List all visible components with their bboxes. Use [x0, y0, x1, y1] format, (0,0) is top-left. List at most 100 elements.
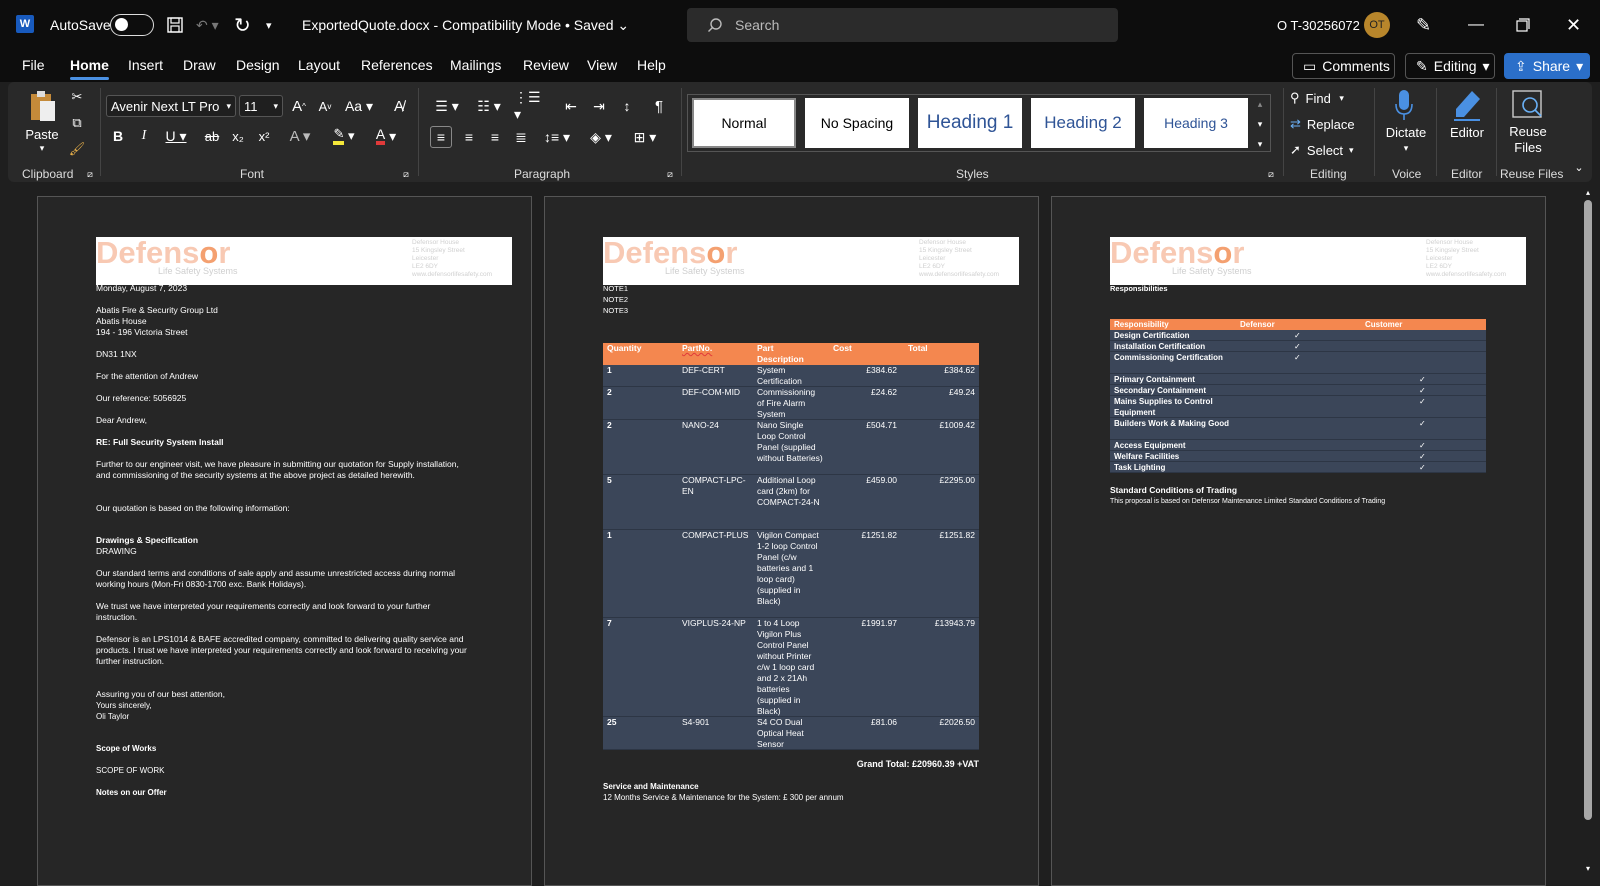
- format-painter-icon[interactable]: 🖌: [68, 140, 86, 158]
- redo-icon[interactable]: ↻: [234, 0, 251, 50]
- responsibility-cell: Mains Supplies to Control Equipment: [1114, 397, 1213, 417]
- collapse-ribbon-icon[interactable]: ⌄: [1572, 160, 1586, 174]
- scroll-up-icon[interactable]: ▴: [1582, 186, 1594, 198]
- responsibility-cell: Design Certification: [1114, 331, 1190, 340]
- separator: [1283, 88, 1284, 176]
- text-effects-icon[interactable]: A ▾: [284, 126, 316, 146]
- styles-launcher-icon[interactable]: ⧄: [1265, 168, 1277, 180]
- vertical-scrollbar[interactable]: [1584, 200, 1592, 820]
- increase-indent-icon[interactable]: ⇥: [588, 95, 610, 117]
- microphone-icon[interactable]: [1390, 88, 1418, 122]
- dictate-button[interactable]: Dictate: [1382, 124, 1430, 140]
- clear-formatting-icon[interactable]: A̸: [388, 95, 410, 117]
- share-button[interactable]: ⇪ Share ▾: [1504, 53, 1590, 79]
- style-heading-1[interactable]: Heading 1: [918, 98, 1022, 148]
- reuse-files-icon[interactable]: [1510, 88, 1546, 122]
- close-icon[interactable]: ✕: [1566, 0, 1581, 50]
- undo-icon[interactable]: ↶ ▾: [196, 0, 219, 50]
- avatar[interactable]: OT: [1364, 12, 1390, 38]
- tab-file[interactable]: File: [22, 57, 45, 73]
- page-3[interactable]: Defensor Life Safety Systems Defensor Ho…: [1051, 196, 1546, 886]
- decrease-indent-icon[interactable]: ⇤: [560, 95, 582, 117]
- tab-view[interactable]: View: [587, 57, 617, 73]
- style-no-spacing[interactable]: No Spacing: [805, 98, 909, 148]
- style-heading-3[interactable]: Heading 3: [1144, 98, 1248, 148]
- cut-icon[interactable]: ✂: [68, 88, 86, 106]
- borders-icon[interactable]: ⊞ ▾: [628, 126, 662, 148]
- align-left-icon[interactable]: ≡: [430, 126, 452, 148]
- reuse-files-button[interactable]: Reuse Files: [1506, 124, 1550, 156]
- editor-icon[interactable]: [1450, 88, 1484, 122]
- line-spacing-icon[interactable]: ↕≡ ▾: [540, 126, 574, 148]
- tab-help[interactable]: Help: [637, 57, 666, 73]
- bold-icon[interactable]: B: [108, 126, 128, 146]
- font-name-select[interactable]: Avenir Next LT Pro ▾: [106, 95, 236, 117]
- align-center-icon[interactable]: ≡: [458, 126, 480, 148]
- autosave-toggle[interactable]: [110, 14, 154, 36]
- save-icon[interactable]: [166, 0, 184, 50]
- pen-icon[interactable]: ✎: [1416, 0, 1431, 50]
- change-case-icon[interactable]: Aa ▾: [342, 95, 376, 117]
- replace-button[interactable]: ⇄ Replace: [1290, 114, 1370, 134]
- multilevel-list-icon[interactable]: ⋮☰ ▾: [514, 89, 548, 122]
- paste-dropdown-icon[interactable]: ▾: [36, 142, 48, 154]
- quantity-cell: 1: [607, 365, 612, 375]
- table-row: 25 S4-901 S4 CO Dual Optical Heat Sensor £8…: [603, 717, 979, 750]
- user-name[interactable]: O T-30256072: [1277, 0, 1360, 50]
- tab-draw[interactable]: Draw: [183, 57, 216, 73]
- shading-icon[interactable]: ◈ ▾: [584, 126, 618, 148]
- underline-icon[interactable]: U ▾: [160, 126, 192, 146]
- editing-mode-button[interactable]: ✎ Editing ▾: [1405, 53, 1495, 79]
- page-2[interactable]: Defensor Life Safety Systems Defensor Ho…: [544, 196, 1039, 886]
- sort-icon[interactable]: ↕: [616, 95, 638, 117]
- styles-scroll-up-icon[interactable]: ▴: [1253, 96, 1267, 112]
- clipboard-launcher-icon[interactable]: ⧄: [84, 168, 96, 180]
- font-color-icon[interactable]: A ▾: [368, 126, 404, 146]
- restore-icon[interactable]: [1516, 0, 1530, 50]
- show-formatting-icon[interactable]: ¶: [648, 95, 670, 117]
- dictate-dropdown-icon[interactable]: ▾: [1400, 142, 1412, 154]
- copy-icon[interactable]: ⧉: [68, 114, 86, 132]
- font-size-select[interactable]: 11 ▾: [239, 95, 283, 117]
- search-box[interactable]: Search: [687, 8, 1118, 42]
- bullets-icon[interactable]: ☰ ▾: [430, 95, 464, 117]
- superscript-icon[interactable]: x²: [254, 126, 274, 146]
- tab-mailings[interactable]: Mailings: [450, 57, 501, 73]
- highlight-color-icon[interactable]: ✎ ▾: [326, 126, 362, 146]
- justify-icon[interactable]: ≣: [510, 126, 532, 148]
- subscript-icon[interactable]: x₂: [228, 126, 248, 146]
- select-button[interactable]: ➚ Select ▾: [1290, 140, 1370, 160]
- numbering-icon[interactable]: ☷ ▾: [472, 95, 506, 117]
- comments-button[interactable]: ▭ Comments: [1292, 53, 1395, 79]
- partno-cell: COMPACT-LPC-EN: [682, 475, 746, 496]
- find-button[interactable]: ⚲ Find ▾: [1290, 88, 1370, 108]
- tab-references[interactable]: References: [361, 57, 433, 73]
- styles-more-icon[interactable]: ▾: [1253, 136, 1267, 152]
- page-1[interactable]: Defensor Life Safety Systems Defensor Ho…: [37, 196, 532, 886]
- scroll-down-icon[interactable]: ▾: [1582, 862, 1594, 874]
- separator: [1374, 88, 1375, 176]
- minimize-icon[interactable]: —: [1468, 0, 1484, 50]
- grow-font-icon[interactable]: A ^: [288, 95, 310, 117]
- tab-insert[interactable]: Insert: [128, 57, 163, 73]
- document-title[interactable]: ExportedQuote.docx - Compatibility Mode …: [302, 0, 629, 50]
- tab-layout[interactable]: Layout: [298, 57, 340, 73]
- tab-review[interactable]: Review: [523, 57, 569, 73]
- editor-button[interactable]: Editor: [1444, 124, 1490, 140]
- style-normal[interactable]: Normal: [692, 98, 796, 148]
- tab-design[interactable]: Design: [236, 57, 280, 73]
- paragraph-launcher-icon[interactable]: ⧄: [664, 168, 676, 180]
- align-right-icon[interactable]: ≡: [484, 126, 506, 148]
- paste-icon[interactable]: [26, 88, 60, 124]
- shrink-font-icon[interactable]: Av: [314, 95, 336, 117]
- quick-access-dropdown-icon[interactable]: ▾: [266, 0, 272, 50]
- responsibility-cell: Welfare Facilities: [1114, 452, 1180, 461]
- style-heading-2[interactable]: Heading 2: [1031, 98, 1135, 148]
- customer-check-cell: ✓: [1419, 419, 1426, 428]
- styles-scroll-down-icon[interactable]: ▾: [1253, 116, 1267, 132]
- paste-button[interactable]: Paste: [24, 126, 60, 142]
- italic-icon[interactable]: I: [134, 126, 154, 146]
- font-launcher-icon[interactable]: ⧄: [400, 168, 412, 180]
- strikethrough-icon[interactable]: ab: [202, 126, 222, 146]
- tab-home[interactable]: Home: [70, 57, 109, 80]
